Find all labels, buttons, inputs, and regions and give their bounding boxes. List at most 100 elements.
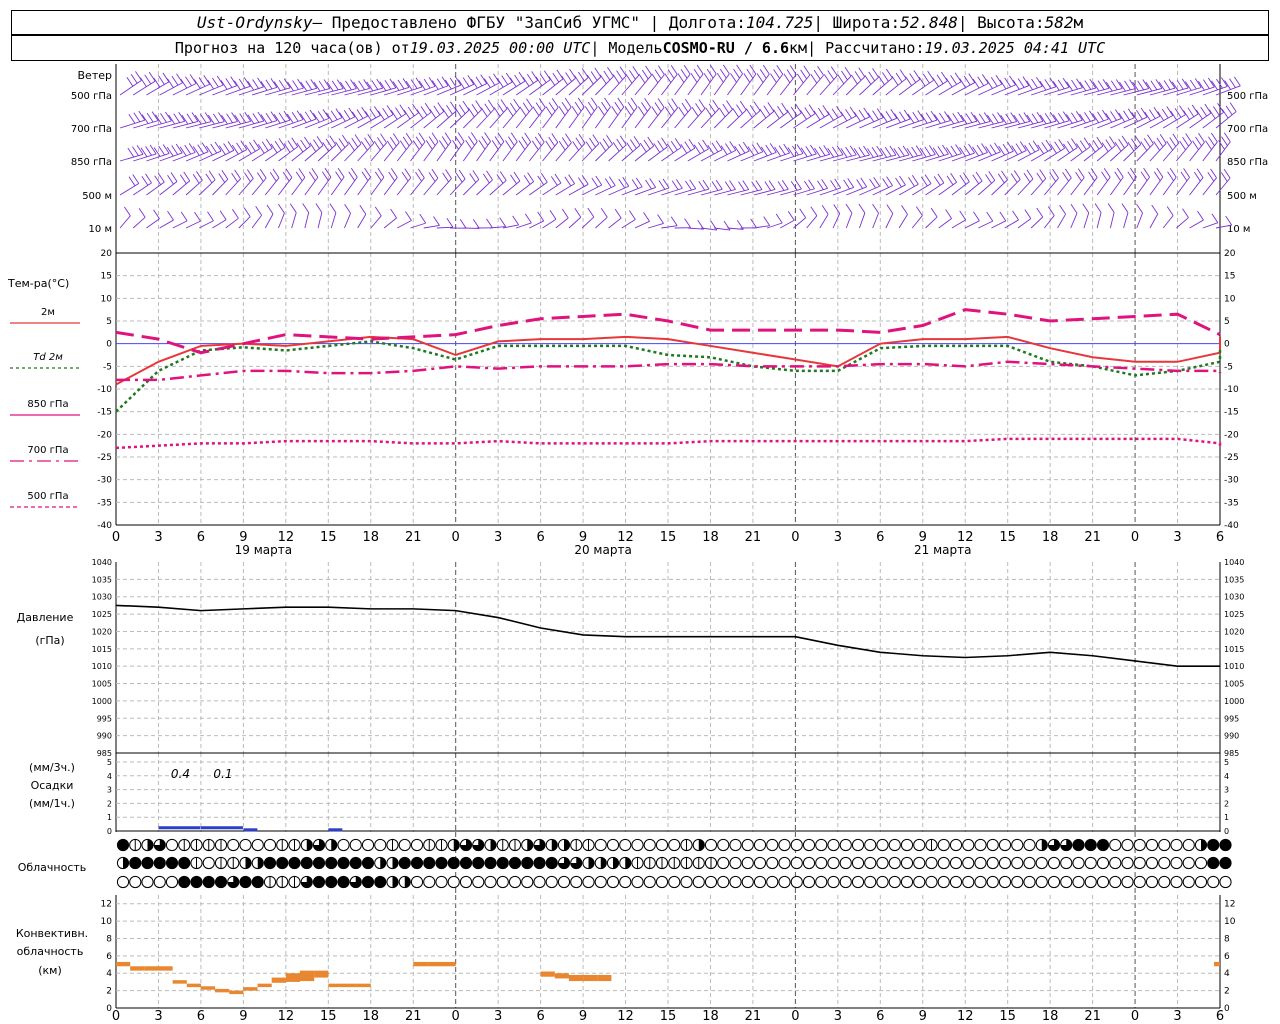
cloud-circle xyxy=(680,875,693,889)
wind-barb-shaft xyxy=(832,75,852,96)
cloud-circle xyxy=(704,838,718,852)
cloud-circle xyxy=(986,838,999,852)
conv-cloud-bar xyxy=(427,961,442,967)
wind-barb-feather xyxy=(564,176,572,187)
wind-barb-feather xyxy=(213,113,220,124)
cloud-circle xyxy=(778,875,791,889)
wind-barb-feather xyxy=(486,170,493,181)
cloud-cover-symbol xyxy=(398,838,411,852)
cloud-cover-symbol xyxy=(949,875,963,889)
wind-barb-feather xyxy=(296,142,304,153)
temp-legend-label: 700 гПа xyxy=(27,445,68,456)
wind-barb-shaft xyxy=(595,143,613,162)
cloud-cover-symbol xyxy=(888,875,901,889)
wind-barb-shaft xyxy=(991,150,1014,162)
wind-barb-feather xyxy=(698,99,706,109)
wind-barb-shaft xyxy=(238,216,251,229)
x-tick-label-bottom: 18 xyxy=(362,1009,379,1024)
wind-barb-feather xyxy=(1094,203,1102,213)
wind-barb-feather xyxy=(225,78,233,88)
wind-barb xyxy=(410,168,425,196)
wind-barb-feather xyxy=(670,216,678,226)
wind-barb-feather xyxy=(709,64,717,75)
wind-barb-feather xyxy=(304,111,312,122)
wind-barb-feather xyxy=(868,71,876,82)
wind-barb-feather xyxy=(1071,138,1078,148)
cloud-cover-symbol xyxy=(839,838,852,852)
wind-barb xyxy=(753,64,770,96)
wind-barb xyxy=(832,66,852,96)
cloud-cover-symbol xyxy=(496,875,509,889)
cloud-circle xyxy=(202,875,215,889)
wind-barb-feather xyxy=(1224,80,1231,90)
wind-barb-shaft xyxy=(674,73,691,96)
wind-barb-shaft xyxy=(687,108,706,129)
wind-barb xyxy=(819,66,838,96)
wind-barb-shaft xyxy=(951,120,978,129)
conv-cloud-bar xyxy=(285,973,301,982)
wind-barb-feather xyxy=(937,146,945,156)
wind-barb-feather xyxy=(364,167,371,178)
wind-barb-feather xyxy=(335,108,343,118)
wind-barb-feather xyxy=(509,102,517,113)
conv-tick-label: 0 xyxy=(1224,1004,1230,1014)
cloud-cover-symbol xyxy=(300,838,313,852)
wind-barb xyxy=(661,216,678,229)
wind-barb-feather xyxy=(599,141,607,152)
wind-barb-feather xyxy=(1079,81,1087,92)
x-tick-label-bottom: 6 xyxy=(876,1009,884,1024)
wind-barb-feather xyxy=(585,141,593,151)
wind-barb xyxy=(436,217,454,229)
pressure-tick-label: 1020 xyxy=(92,627,112,636)
cloud-circle xyxy=(998,838,1012,852)
cloud-cover-symbol xyxy=(214,875,228,889)
cloud-cover-symbol xyxy=(374,856,387,870)
pressure-tick-label: 990 xyxy=(97,732,112,741)
cloud-cover-symbol xyxy=(1170,875,1183,889)
cloud-title: Облачность xyxy=(18,861,87,874)
wind-barb-shaft xyxy=(529,181,548,196)
wind-barb-shaft xyxy=(1030,86,1056,96)
cloud-cover-symbol xyxy=(778,856,791,870)
wind-barb-shaft xyxy=(317,176,332,196)
x-tick-label: 3 xyxy=(1173,530,1181,545)
wind-barb-feather xyxy=(670,140,678,151)
wind-barb-feather xyxy=(192,174,200,184)
precip-tick-label: 0 xyxy=(1224,827,1229,836)
wind-barb-feather xyxy=(445,169,452,179)
wind-barb-feather xyxy=(1054,141,1061,152)
cloud-circle xyxy=(1096,856,1110,870)
wind-barb-feather xyxy=(330,110,338,120)
cloud-circle xyxy=(227,838,240,852)
wind-barb-shaft xyxy=(1149,176,1164,196)
cloud-circle xyxy=(1158,875,1171,889)
wind-barb-shaft xyxy=(753,73,770,96)
pressure-tick-label: 1030 xyxy=(92,593,112,602)
wind-barb-feather xyxy=(1118,138,1125,149)
wind-barb-shaft xyxy=(978,151,1001,162)
cloud-circle xyxy=(1072,838,1085,852)
wind-barb-feather xyxy=(738,143,746,154)
wind-barb-feather xyxy=(628,210,636,220)
wind-barb-feather xyxy=(377,168,385,178)
wind-barb-feather xyxy=(715,140,723,150)
wind-barb-feather xyxy=(745,108,753,118)
conv-tick-label: 4 xyxy=(106,969,112,979)
wind-barb-feather xyxy=(210,143,218,154)
wind-barb-feather xyxy=(1102,79,1110,89)
wind-barb xyxy=(264,168,280,196)
wind-barb-shaft xyxy=(634,106,651,129)
wind-barb-feather xyxy=(340,81,347,92)
wind-barb-shaft xyxy=(1123,212,1129,229)
wind-barb-feather xyxy=(348,141,355,151)
wind-barb-feather xyxy=(246,169,254,179)
cloud-cover-symbol xyxy=(1145,838,1159,852)
wind-barb-feather xyxy=(442,108,449,118)
wind-barb-feather xyxy=(1083,137,1091,148)
wind-barb-feather xyxy=(374,106,381,116)
temp-tick-label: -30 xyxy=(97,476,112,486)
wind-barb-feather xyxy=(783,73,791,83)
wind-barb-feather xyxy=(475,100,483,110)
wind-barb-feather xyxy=(923,73,930,84)
wind-barb-feather xyxy=(410,79,418,89)
